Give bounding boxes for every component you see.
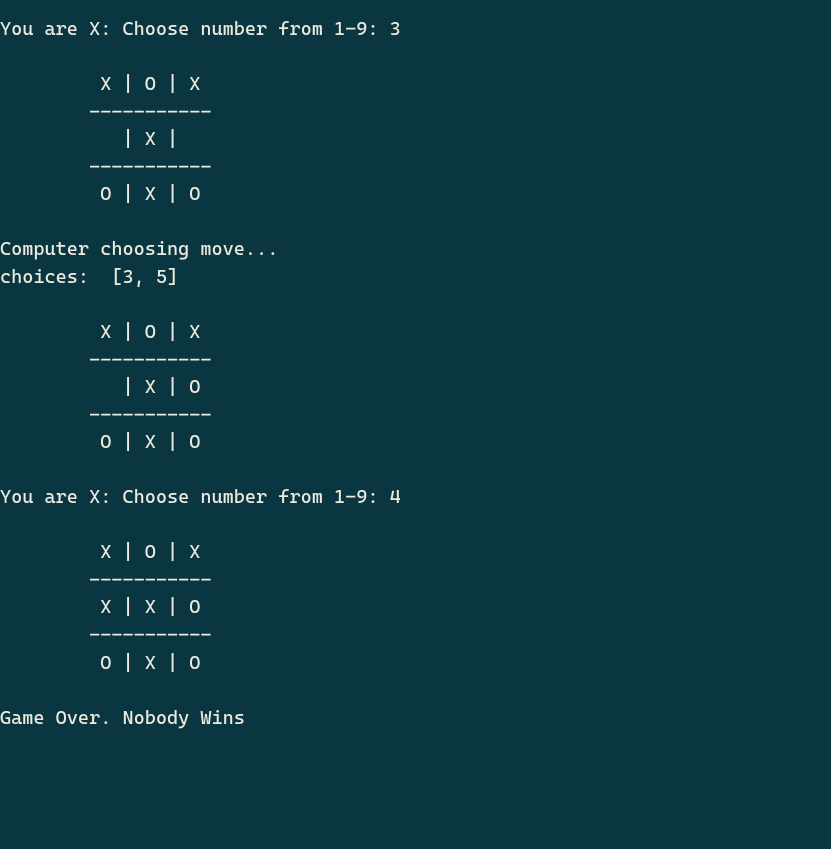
terminal-output: You are X: Choose number from 1-9: 3 X |… bbox=[0, 16, 831, 732]
